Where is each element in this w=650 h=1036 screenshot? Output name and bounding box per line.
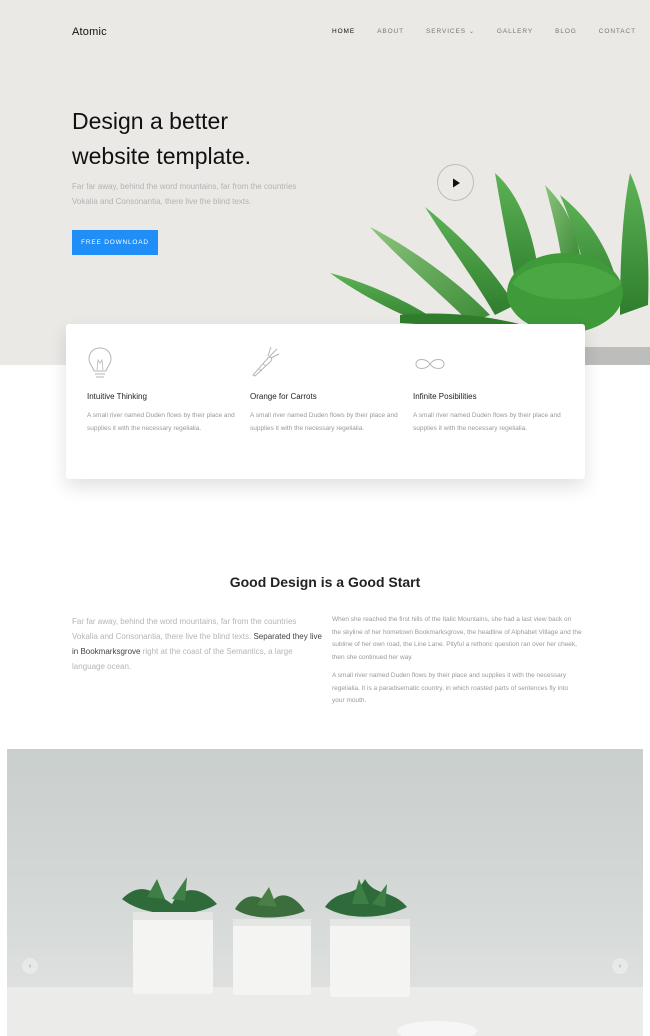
feature-text: A small river named Duden flows by their… <box>413 412 561 432</box>
hero-section: Atomic HOME ABOUT SERVICES ⌄ GALLERY BLOG… <box>0 0 650 365</box>
intro-right-text: When she reached the first hills of the … <box>332 614 582 708</box>
feature-title: Infinite Posibilities <box>413 392 477 401</box>
play-icon <box>452 178 460 187</box>
gallery-slider-image <box>7 749 643 1036</box>
chevron-right-icon: › <box>618 962 622 970</box>
chevron-left-icon: ‹ <box>28 962 32 970</box>
features-card: Intuitive Thinking A small river named D… <box>66 324 585 479</box>
slider-next-button[interactable]: › <box>611 957 629 975</box>
nav-item-services[interactable]: SERVICES ⌄ <box>426 28 475 35</box>
section-title: Good Design is a Good Start <box>229 574 421 590</box>
feature-item: Orange for Carrots A small river named D… <box>250 346 400 435</box>
feature-item: Intuitive Thinking A small river named D… <box>87 346 237 435</box>
potted-plants-image <box>7 877 643 1036</box>
nav-item-blog[interactable]: BLOG <box>555 28 577 35</box>
slider-prev-button[interactable]: ‹ <box>21 957 39 975</box>
feature-text: A small river named Duden flows by their… <box>250 412 398 432</box>
hero-title: Design a better website template. <box>72 104 332 174</box>
infinity-icon <box>413 346 563 384</box>
lightbulb-icon <box>87 346 237 384</box>
hero-subtitle: Far far away, behind the word mountains,… <box>72 182 297 206</box>
carrot-icon <box>250 346 400 384</box>
brand-logo[interactable]: Atomic <box>72 26 107 38</box>
free-download-button[interactable]: FREE DOWNLOAD <box>72 230 158 255</box>
main-nav: HOME ABOUT SERVICES ⌄ GALLERY BLOG CONTAC… <box>332 28 636 35</box>
nav-item-services-label: SERVICES <box>426 28 466 35</box>
intro-left-text: Far far away, behind the word mountains,… <box>72 614 324 674</box>
nav-item-about[interactable]: ABOUT <box>377 28 404 35</box>
intro-paragraph: A small river named Duden flows by their… <box>332 672 569 704</box>
feature-item: Infinite Posibilities A small river name… <box>413 346 563 435</box>
nav-item-contact[interactable]: CONTACT <box>599 28 636 35</box>
intro-paragraph: When she reached the first hills of the … <box>332 616 582 661</box>
nav-item-gallery[interactable]: GALLERY <box>497 28 533 35</box>
hero-title-line2: website template. <box>72 143 251 169</box>
play-video-button[interactable] <box>437 164 474 201</box>
nav-item-home[interactable]: HOME <box>332 28 355 35</box>
feature-title: Intuitive Thinking <box>87 392 147 401</box>
chevron-down-icon: ⌄ <box>468 29 475 35</box>
feature-text: A small river named Duden flows by their… <box>87 412 235 432</box>
hero-title-line1: Design a better <box>72 108 228 134</box>
feature-title: Orange for Carrots <box>250 392 317 401</box>
